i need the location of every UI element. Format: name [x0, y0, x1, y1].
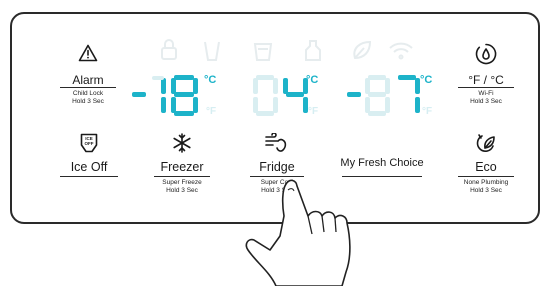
- freezer-underline: [154, 176, 210, 177]
- alert-triangle-icon: [78, 44, 98, 62]
- wifi-icon: [389, 42, 413, 60]
- temp-unit-underline: [458, 87, 514, 88]
- bottle-icon: [305, 40, 321, 61]
- ice-off-underline: [60, 176, 118, 177]
- eco-underline: [458, 176, 514, 177]
- ice-off-icon-text: ICE OFF: [84, 136, 94, 146]
- glass-icon: [204, 41, 220, 61]
- eco-sub1: None Plumbing: [463, 179, 509, 186]
- leaf-icon: [353, 40, 372, 60]
- lock-icon: [161, 39, 177, 60]
- freezer-button-label[interactable]: Freezer: [156, 160, 208, 174]
- fridge-temp-display: [253, 75, 308, 116]
- freezer-unit-c: °C: [204, 74, 217, 86]
- variable-temp-display: [347, 75, 420, 116]
- temp-unit-sub1: Wi-Fi: [478, 90, 494, 97]
- snowflake-icon: [172, 133, 192, 153]
- freezer-temp-display: [132, 75, 198, 116]
- freezer-sub1: Super Freeze: [162, 179, 202, 186]
- cup-icon: [253, 43, 273, 61]
- fridge-button-label[interactable]: Fridge: [252, 160, 302, 174]
- ice-off-icon: ICE OFF: [80, 133, 98, 153]
- my-fresh-choice-button-label[interactable]: My Fresh Choice: [334, 157, 430, 169]
- freezer-unit-f: °F: [206, 106, 217, 117]
- status-icons-row: [150, 38, 430, 62]
- temp-unit-button-label[interactable]: °F / °C: [460, 73, 512, 87]
- alarm-underline: [60, 87, 116, 88]
- fridge-unit-c: °C: [306, 74, 319, 86]
- fridge-unit-f: °F: [308, 106, 319, 117]
- eco-leaf-icon: [476, 133, 496, 153]
- variable-unit-f: °F: [422, 106, 433, 117]
- alarm-sub2: Hold 3 Sec: [72, 98, 104, 105]
- alarm-sub1: Child Lock: [72, 90, 104, 97]
- temp-unit-sub2: Hold 3 Sec: [470, 98, 502, 105]
- eco-sub2: Hold 3 Sec: [470, 187, 502, 194]
- variable-unit-c: °C: [420, 74, 433, 86]
- eco-button-label[interactable]: Eco: [460, 160, 512, 174]
- pointing-hand-illustration: [245, 179, 351, 286]
- water-drop-circle-icon: [475, 43, 497, 65]
- alarm-button-label[interactable]: Alarm: [62, 73, 114, 87]
- ice-off-button-label[interactable]: Ice Off: [62, 160, 116, 174]
- freezer-sub2: Hold 3 Sec: [166, 187, 198, 194]
- cool-wind-icon: [264, 133, 288, 153]
